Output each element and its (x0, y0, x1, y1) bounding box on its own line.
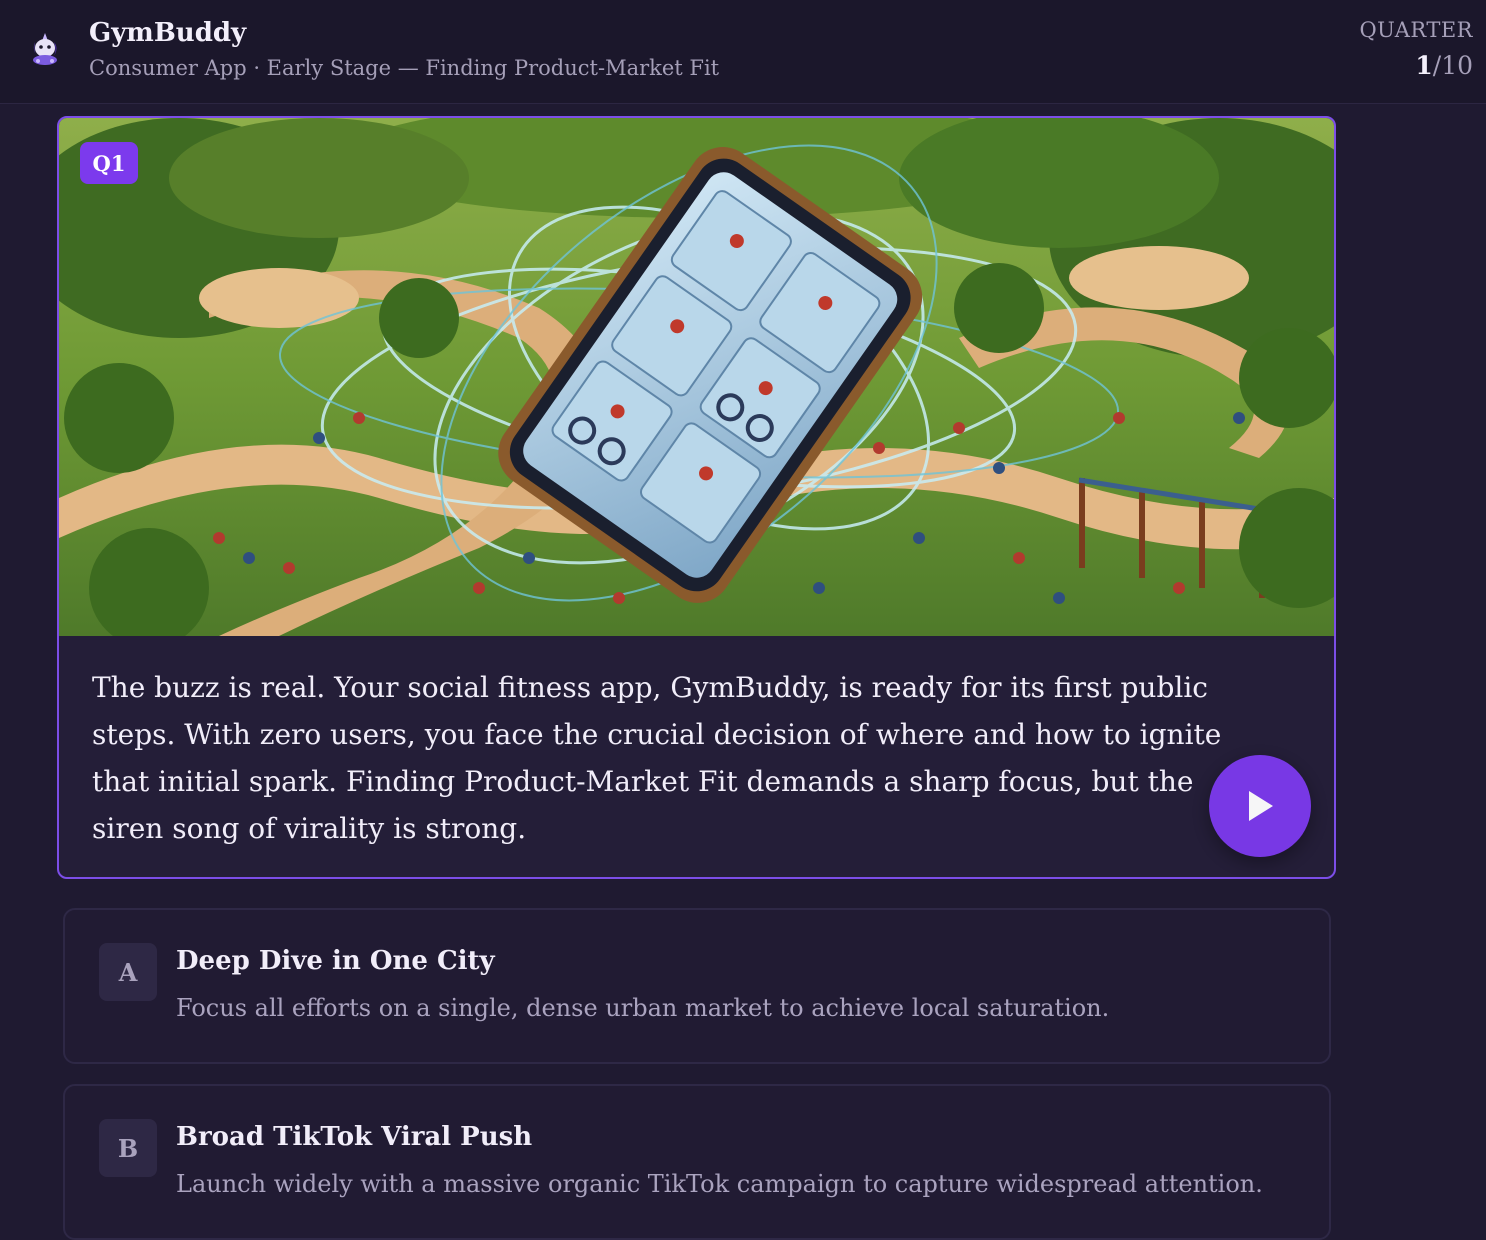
quarter-counter: 1/10 (1415, 51, 1473, 80)
play-narration-button[interactable] (1209, 755, 1311, 857)
choice-option-b[interactable]: B Broad TikTok Viral Push Launch widely … (63, 1084, 1331, 1240)
option-description: Launch widely with a massive organic Tik… (176, 1170, 1263, 1198)
scene-illustration (59, 118, 1334, 636)
app-header: GymBuddy Consumer App · Early Stage — Fi… (0, 0, 1486, 104)
quarter-label: QUARTER (1359, 18, 1473, 42)
choice-option-a[interactable]: A Deep Dive in One City Focus all effort… (63, 908, 1331, 1064)
quarter-current: 1 (1415, 51, 1433, 80)
scene-card: Q1 The buzz is real. Your social fitness… (57, 116, 1336, 879)
app-title: GymBuddy (89, 18, 247, 48)
app-subtitle: Consumer App · Early Stage — Finding Pro… (89, 56, 720, 80)
unicorn-mascot-icon (33, 33, 57, 65)
option-title: Deep Dive in One City (176, 946, 495, 976)
option-letter: B (99, 1119, 157, 1177)
quarter-total: /10 (1432, 51, 1473, 80)
play-icon (1249, 791, 1273, 821)
scene-narrative: The buzz is real. Your social fitness ap… (92, 671, 1222, 845)
option-letter: A (99, 943, 157, 1001)
option-title: Broad TikTok Viral Push (176, 1122, 533, 1152)
quarter-badge: Q1 (80, 142, 138, 184)
option-description: Focus all efforts on a single, dense urb… (176, 994, 1110, 1022)
